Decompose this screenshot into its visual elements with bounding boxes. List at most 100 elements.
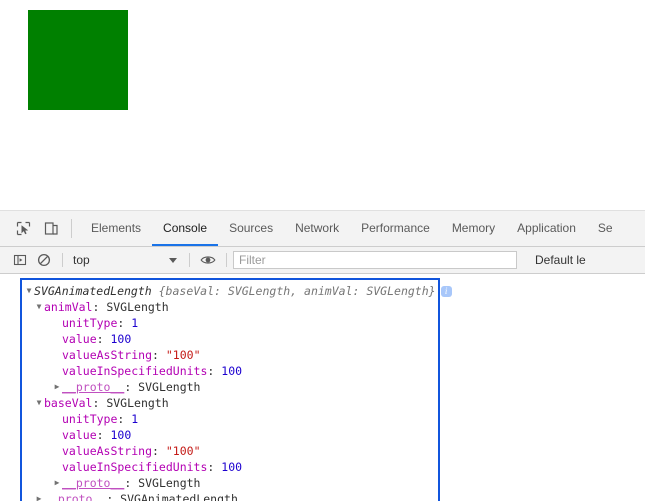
property-name: value — [62, 428, 97, 442]
property-name: valueInSpecifiedUnits — [62, 364, 208, 378]
tab-network-label: Network — [295, 220, 340, 235]
log-level-label: Default le — [535, 253, 586, 267]
tab-application[interactable]: Application — [506, 211, 587, 246]
object-tree-row[interactable]: ▶ __proto__: SVGLength — [24, 379, 438, 395]
object-constructor-name: SVGAnimatedLength — [34, 284, 159, 298]
property-value: 100 — [110, 428, 132, 442]
property-separator: : — [92, 396, 107, 410]
tab-elements-label: Elements — [91, 220, 142, 235]
tab-security-label: Se — [597, 220, 613, 235]
object-tree-row[interactable]: ▼ animVal: SVGLength — [24, 299, 438, 315]
property-separator: : — [207, 364, 222, 378]
tab-sources[interactable]: Sources — [218, 211, 284, 246]
filterbar-divider-3 — [226, 253, 227, 267]
filterbar-divider-1 — [62, 253, 63, 267]
execution-context-selector[interactable]: top — [69, 253, 183, 267]
property-value: SVGLength — [138, 476, 201, 490]
console-message[interactable]: ▼ SVGAnimatedLength {baseVal: SVGLength, … — [20, 278, 452, 501]
disclosure-triangle-open-icon[interactable]: ▼ — [34, 299, 44, 315]
property-name: valueAsString — [62, 444, 153, 458]
tab-network[interactable]: Network — [284, 211, 350, 246]
property-separator: : — [96, 428, 111, 442]
tab-console[interactable]: Console — [152, 211, 219, 246]
property-name: baseVal — [44, 396, 93, 410]
property-value: 1 — [131, 412, 139, 426]
property-value: SVGLength — [138, 380, 201, 394]
tab-performance[interactable]: Performance — [350, 211, 441, 246]
object-tree-row[interactable]: valueAsString: "100" — [24, 443, 438, 459]
property-value: 100 — [221, 460, 243, 474]
live-expression-icon[interactable] — [196, 247, 220, 273]
show-console-sidebar-icon[interactable] — [8, 247, 32, 273]
tab-elements[interactable]: Elements — [80, 211, 152, 246]
property-separator: : — [124, 380, 139, 394]
property-name: value — [62, 332, 97, 346]
devtools-tab-list: Elements Console Sources Network Perform… — [80, 211, 624, 246]
green-square-graphic — [28, 10, 128, 110]
object-tree-row[interactable]: value: 100 — [24, 331, 438, 347]
devtools-tabbar: Elements Console Sources Network Perform… — [0, 211, 645, 247]
property-separator: : — [96, 332, 111, 346]
tab-sources-label: Sources — [229, 220, 274, 235]
property-value: "100" — [165, 348, 201, 362]
object-tree-row[interactable]: valueAsString: "100" — [24, 347, 438, 363]
property-name: valueAsString — [62, 348, 153, 362]
proto-link[interactable]: __proto__ — [62, 380, 124, 394]
property-separator: : — [152, 348, 166, 362]
filter-input[interactable] — [233, 251, 517, 269]
tab-memory-label: Memory — [451, 220, 496, 235]
tab-performance-label: Performance — [361, 220, 430, 235]
property-separator: : — [117, 412, 132, 426]
object-tree-row[interactable]: unitType: 1 — [24, 411, 438, 427]
object-tree-row[interactable]: ▼ baseVal: SVGLength — [24, 395, 438, 411]
property-separator: : — [207, 460, 222, 474]
property-value: 100 — [221, 364, 243, 378]
page-viewport — [0, 0, 645, 210]
inspect-cursor-icon[interactable] — [9, 211, 37, 246]
object-tree-row[interactable]: valueInSpecifiedUnits: 100 — [24, 459, 438, 475]
console-filter-toolbar: top Default le — [0, 247, 645, 274]
property-separator: : — [92, 300, 107, 314]
toolbar-divider — [71, 219, 72, 238]
property-separator: : — [124, 476, 139, 490]
tab-console-label: Console — [163, 220, 208, 235]
tab-security[interactable]: Se — [587, 211, 624, 246]
proto-link[interactable]: __proto__ — [62, 476, 124, 490]
disclosure-triangle-open-icon[interactable]: ▼ — [24, 283, 34, 299]
filterbar-divider-2 — [189, 253, 190, 267]
property-separator: : — [117, 316, 132, 330]
disclosure-triangle-closed-icon[interactable]: ▶ — [52, 379, 62, 395]
console-output-area: ▼ SVGAnimatedLength {baseVal: SVGLength, … — [0, 274, 645, 501]
tab-memory[interactable]: Memory — [441, 211, 506, 246]
property-value: SVGLength — [106, 396, 169, 410]
property-separator: : — [152, 444, 166, 458]
object-tree-row[interactable]: unitType: 1 — [24, 315, 438, 331]
property-name: unitType — [62, 412, 118, 426]
chevron-down-icon — [169, 257, 177, 263]
log-level-selector[interactable]: Default le — [535, 253, 586, 267]
property-value: 1 — [131, 316, 139, 330]
object-tree: ▼ SVGAnimatedLength {baseVal: SVGLength, … — [22, 282, 452, 501]
object-preview: {baseVal: SVGLength, animVal: SVGLength} — [158, 284, 436, 298]
property-value: 100 — [110, 332, 132, 346]
clear-console-icon[interactable] — [32, 247, 56, 273]
object-tree-row[interactable]: ▶ __proto__: SVGLength — [24, 475, 438, 491]
object-tree-row[interactable]: ▼ SVGAnimatedLength {baseVal: SVGLength, … — [24, 283, 452, 299]
object-tree-row[interactable]: value: 100 — [24, 427, 438, 443]
disclosure-triangle-closed-icon[interactable]: ▶ — [52, 475, 62, 491]
property-name: animVal — [44, 300, 93, 314]
info-badge-icon[interactable]: i — [440, 286, 452, 297]
device-toolbar-icon[interactable] — [37, 211, 65, 246]
property-name: unitType — [62, 316, 118, 330]
disclosure-triangle-open-icon[interactable]: ▼ — [34, 395, 44, 411]
property-value: "100" — [165, 444, 201, 458]
object-tree-row[interactable]: valueInSpecifiedUnits: 100 — [24, 363, 438, 379]
devtools-panel: Elements Console Sources Network Perform… — [0, 210, 645, 501]
